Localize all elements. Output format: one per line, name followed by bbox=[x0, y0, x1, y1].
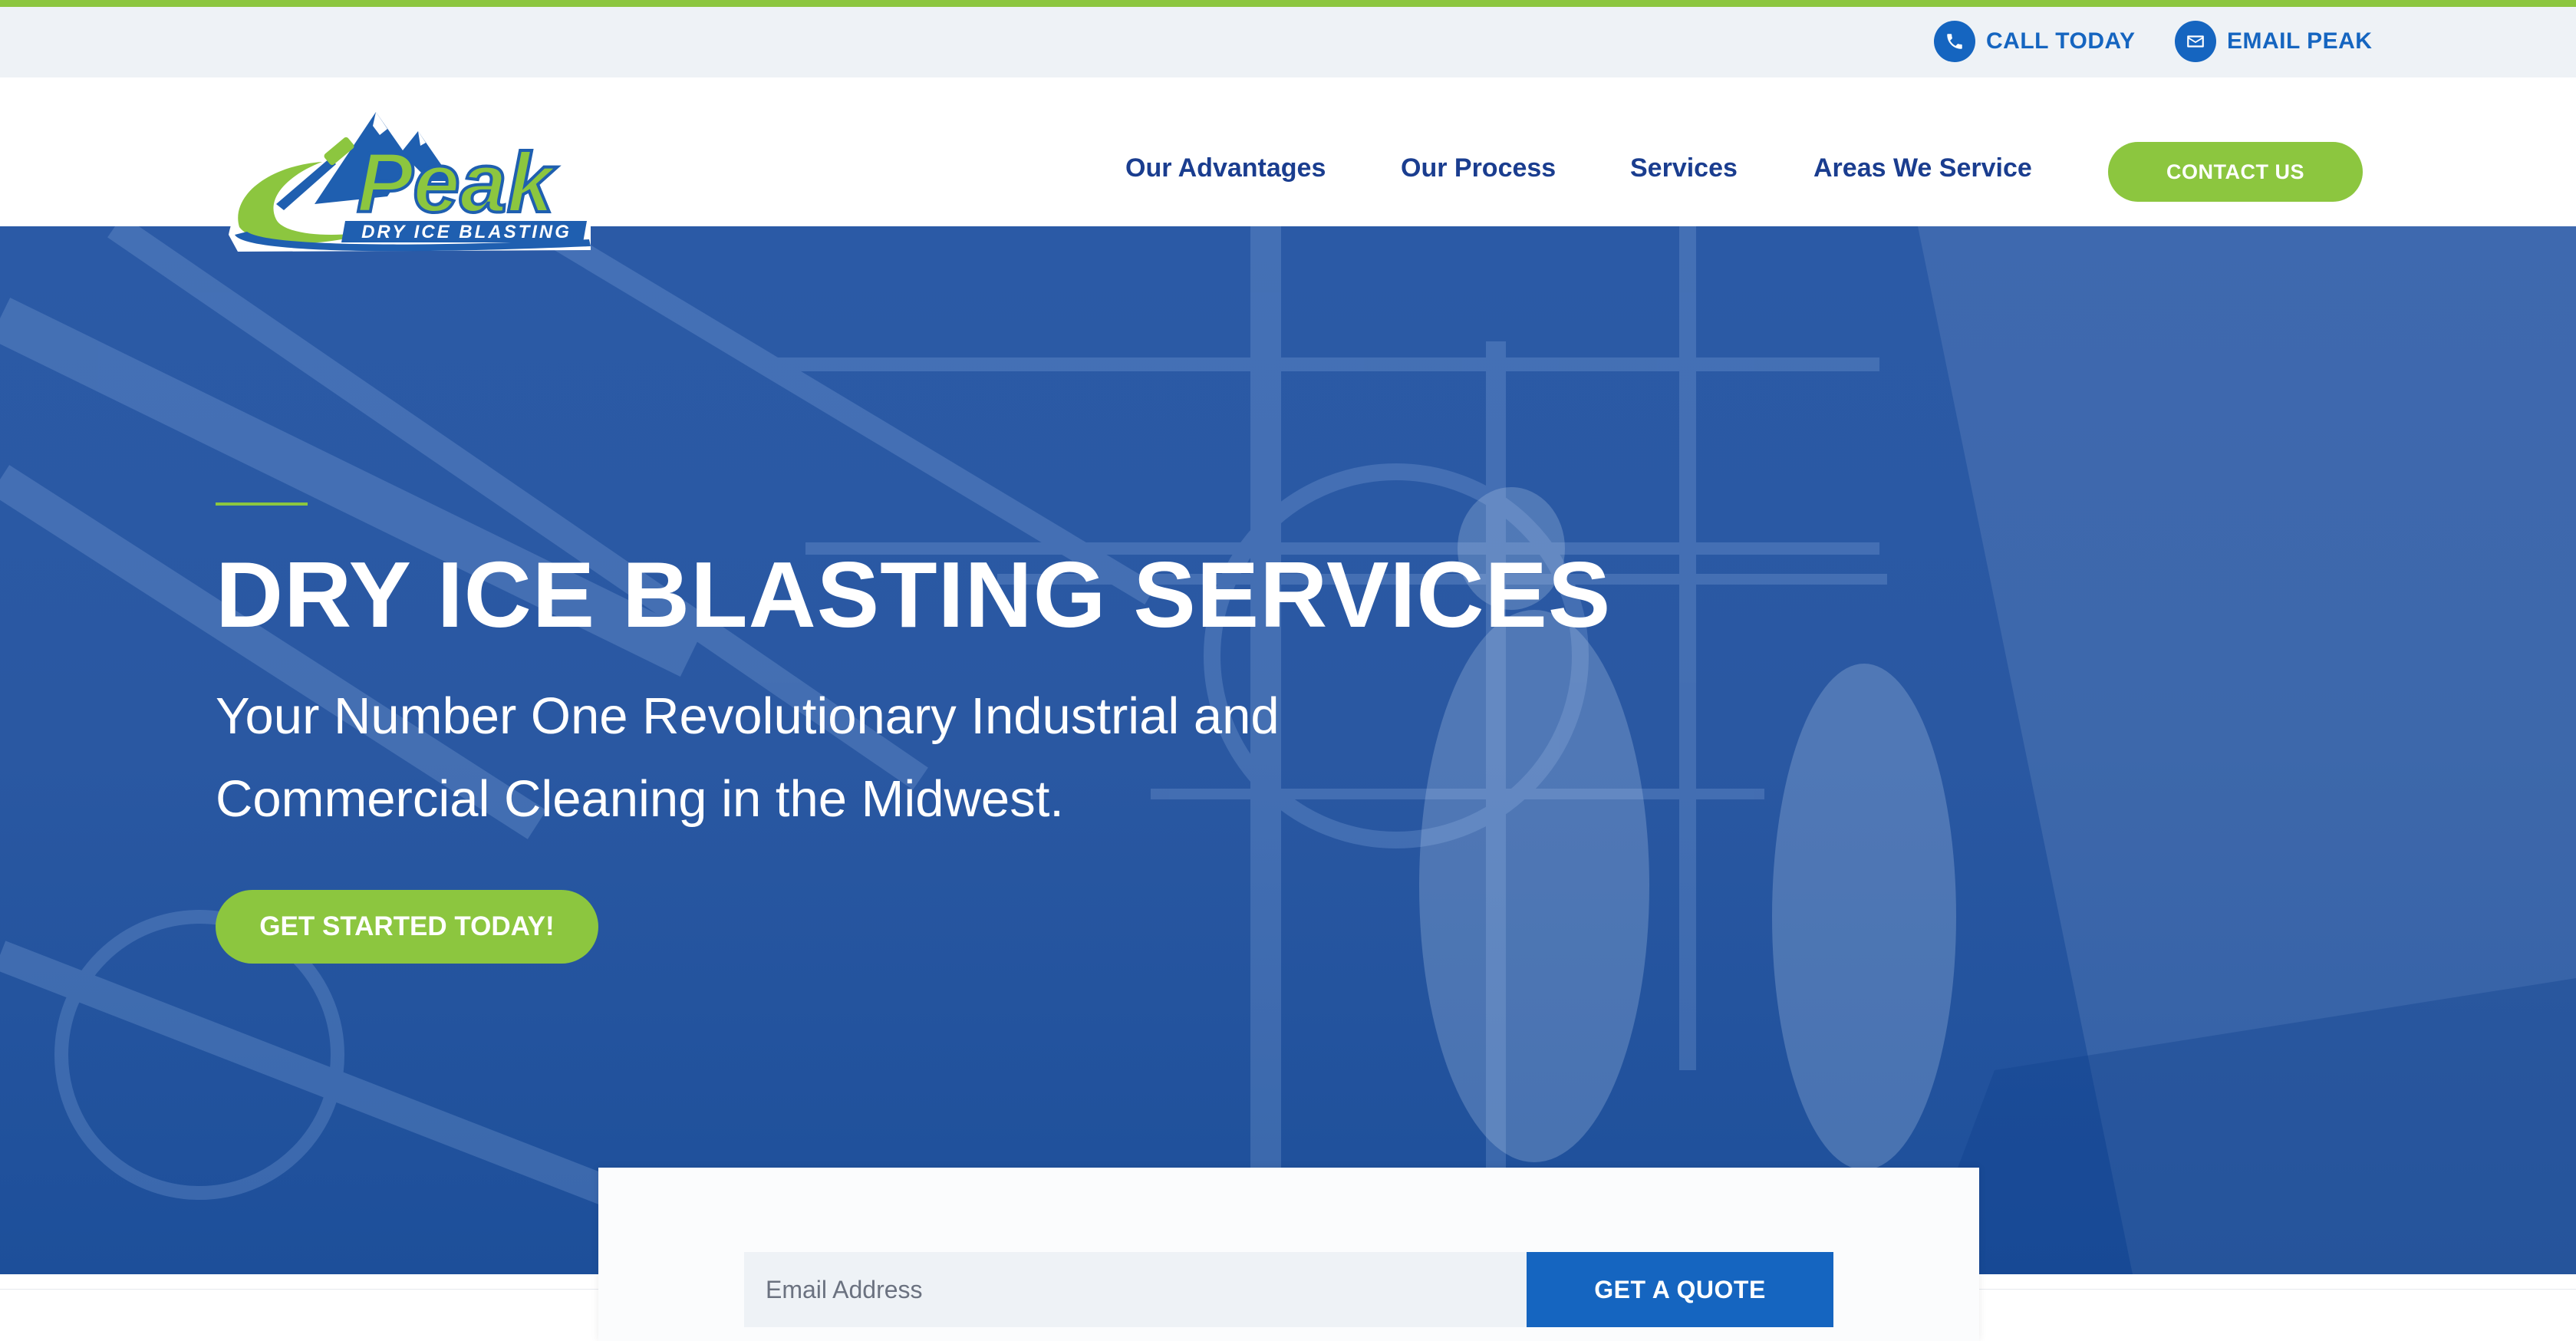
logo-tagline: DRY ICE BLASTING bbox=[361, 222, 572, 242]
hero-subtitle-line-2: Commercial Cleaning in the Midwest. bbox=[216, 770, 1064, 828]
peak-logo[interactable]: Peak DRY ICE BLASTING bbox=[222, 89, 598, 258]
email-peak-label: EMAIL PEAK bbox=[2227, 28, 2373, 54]
email-peak-link[interactable]: EMAIL PEAK bbox=[2175, 19, 2372, 64]
get-a-quote-button[interactable]: GET A QUOTE bbox=[1527, 1252, 1833, 1327]
nav-areas-we-service[interactable]: Areas We Service bbox=[1813, 153, 2032, 183]
logo-wordmark: Peak bbox=[357, 136, 558, 230]
nav-our-advantages[interactable]: Our Advantages bbox=[1125, 153, 1326, 183]
get-started-button[interactable]: GET STARTED TODAY! bbox=[216, 890, 598, 964]
hero-subtitle-line-1: Your Number One Revolutionary Industrial… bbox=[216, 687, 1280, 745]
top-contact-bar: CALL TODAY EMAIL PEAK bbox=[0, 7, 2576, 77]
hero-title: DRY ICE BLASTING SERVICES bbox=[216, 542, 1612, 647]
contact-us-button[interactable]: CONTACT US bbox=[2108, 142, 2363, 202]
email-address-input[interactable] bbox=[744, 1252, 1527, 1327]
call-today-link[interactable]: CALL TODAY bbox=[1934, 19, 2135, 64]
hero-accent-line bbox=[216, 502, 308, 506]
phone-icon bbox=[1934, 21, 1975, 62]
top-accent-bar bbox=[0, 0, 2576, 7]
hero-subtitle: Your Number One Revolutionary Industrial… bbox=[216, 675, 1366, 841]
call-today-label: CALL TODAY bbox=[1986, 28, 2136, 54]
nav-our-process[interactable]: Our Process bbox=[1401, 153, 1556, 183]
nav-services[interactable]: Services bbox=[1630, 153, 1738, 183]
envelope-icon bbox=[2175, 21, 2216, 62]
